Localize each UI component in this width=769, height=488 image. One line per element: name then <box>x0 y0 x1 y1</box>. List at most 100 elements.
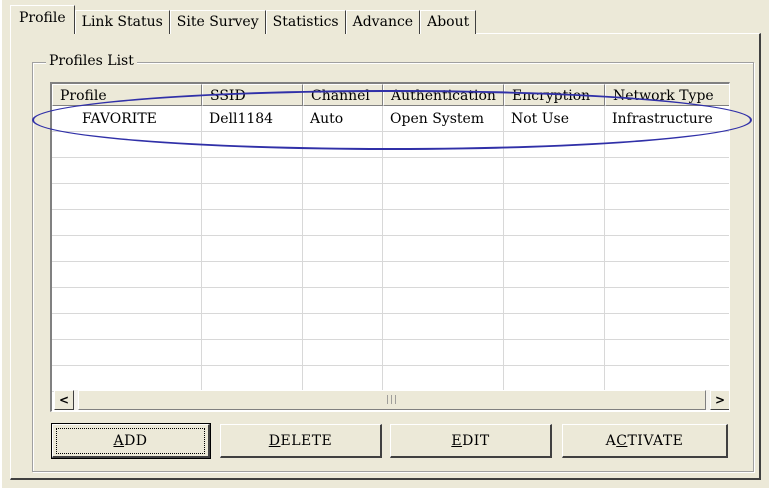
empty-cell <box>52 366 202 392</box>
empty-cell <box>383 158 504 184</box>
empty-cell <box>202 132 303 158</box>
empty-cell <box>504 262 605 288</box>
activate-button[interactable]: ACTIVATE <box>562 424 728 458</box>
tab-statistics[interactable]: Statistics <box>265 10 346 34</box>
profiles-list-view[interactable]: Profile SSID Channel Authentication Encr… <box>50 82 730 412</box>
tab-site-survey[interactable]: Site Survey <box>169 10 266 34</box>
tab-strip: Profile Link Status Site Survey Statisti… <box>10 4 477 34</box>
tab-link-status[interactable]: Link Status <box>74 10 170 34</box>
button-bar: ADD DELETE EDIT ACTIVATE <box>50 423 730 460</box>
horizontal-scrollbar[interactable]: < ||| > <box>54 390 729 410</box>
empty-cell <box>52 132 202 158</box>
empty-cell <box>202 366 303 392</box>
empty-cell <box>383 366 504 392</box>
tab-profile[interactable]: Profile <box>10 5 75 34</box>
empty-cell <box>52 262 202 288</box>
empty-cell <box>504 184 605 210</box>
empty-row <box>52 184 729 210</box>
empty-cell <box>504 132 605 158</box>
empty-row <box>52 340 729 366</box>
empty-cell <box>202 184 303 210</box>
empty-row <box>52 366 729 392</box>
empty-cell <box>303 314 383 340</box>
edit-button[interactable]: EDIT <box>390 424 552 458</box>
empty-cell <box>52 340 202 366</box>
edit-button-label: EDIT <box>451 432 490 449</box>
scroll-right-button[interactable]: > <box>710 390 729 410</box>
empty-cell <box>605 340 729 366</box>
empty-cell <box>202 288 303 314</box>
empty-cell <box>383 184 504 210</box>
empty-cell <box>303 132 383 158</box>
column-header-profile[interactable]: Profile <box>52 84 202 106</box>
empty-cell <box>52 236 202 262</box>
cell-ssid: Dell1184 <box>202 106 303 132</box>
empty-cell <box>52 210 202 236</box>
empty-cell <box>383 210 504 236</box>
empty-cell <box>52 158 202 184</box>
empty-cell <box>504 366 605 392</box>
tab-about[interactable]: About <box>420 10 477 34</box>
cell-network-type: Infrastructure <box>605 106 729 132</box>
empty-row <box>52 132 729 158</box>
empty-cell <box>605 210 729 236</box>
empty-cell <box>303 184 383 210</box>
column-header-channel[interactable]: Channel <box>303 84 383 106</box>
cell-channel: Auto <box>303 106 383 132</box>
scroll-thumb[interactable]: ||| <box>78 390 706 410</box>
empty-cell <box>504 210 605 236</box>
tab-advance[interactable]: Advance <box>345 10 421 34</box>
column-header-ssid[interactable]: SSID <box>202 84 303 106</box>
empty-cell <box>202 340 303 366</box>
empty-cell <box>605 158 729 184</box>
empty-cell <box>504 288 605 314</box>
delete-button[interactable]: DELETE <box>220 424 382 458</box>
activate-button-label: ACTIVATE <box>605 432 684 449</box>
empty-cell <box>303 210 383 236</box>
empty-cell <box>303 366 383 392</box>
table-row[interactable]: FAVORITE Dell1184 Auto Open System Not U… <box>52 106 729 132</box>
empty-cell <box>504 158 605 184</box>
add-button[interactable]: ADD <box>51 423 211 459</box>
column-header-network-type[interactable]: Network Type <box>605 84 729 106</box>
cell-profile: FAVORITE <box>52 106 202 132</box>
empty-row <box>52 210 729 236</box>
delete-button-label: DELETE <box>268 432 333 449</box>
empty-cell <box>504 340 605 366</box>
scroll-left-button[interactable]: < <box>54 390 74 410</box>
empty-cell <box>605 314 729 340</box>
empty-row <box>52 288 729 314</box>
cell-authentication: Open System <box>383 106 504 132</box>
empty-cell <box>605 366 729 392</box>
empty-cell <box>303 262 383 288</box>
empty-cell <box>202 236 303 262</box>
empty-cell <box>303 340 383 366</box>
empty-cell <box>605 132 729 158</box>
empty-cell <box>605 184 729 210</box>
empty-cell <box>383 340 504 366</box>
empty-cell <box>605 288 729 314</box>
empty-cell <box>303 236 383 262</box>
empty-cell <box>383 314 504 340</box>
add-button-label: ADD <box>56 427 205 454</box>
empty-row <box>52 262 729 288</box>
empty-cell <box>52 184 202 210</box>
empty-cell <box>383 288 504 314</box>
empty-cell <box>52 288 202 314</box>
empty-cell <box>504 236 605 262</box>
empty-cell <box>303 158 383 184</box>
empty-cell <box>52 314 202 340</box>
empty-cell <box>202 262 303 288</box>
cell-encryption: Not Use <box>504 106 605 132</box>
empty-cell <box>504 314 605 340</box>
empty-cell <box>383 236 504 262</box>
empty-row <box>52 158 729 184</box>
empty-row <box>52 314 729 340</box>
column-header-authentication[interactable]: Authentication <box>383 84 504 106</box>
empty-cell <box>202 158 303 184</box>
empty-cell <box>605 236 729 262</box>
column-header-encryption[interactable]: Encryption <box>504 84 605 106</box>
empty-cell <box>202 210 303 236</box>
empty-cell <box>383 132 504 158</box>
empty-row <box>52 236 729 262</box>
